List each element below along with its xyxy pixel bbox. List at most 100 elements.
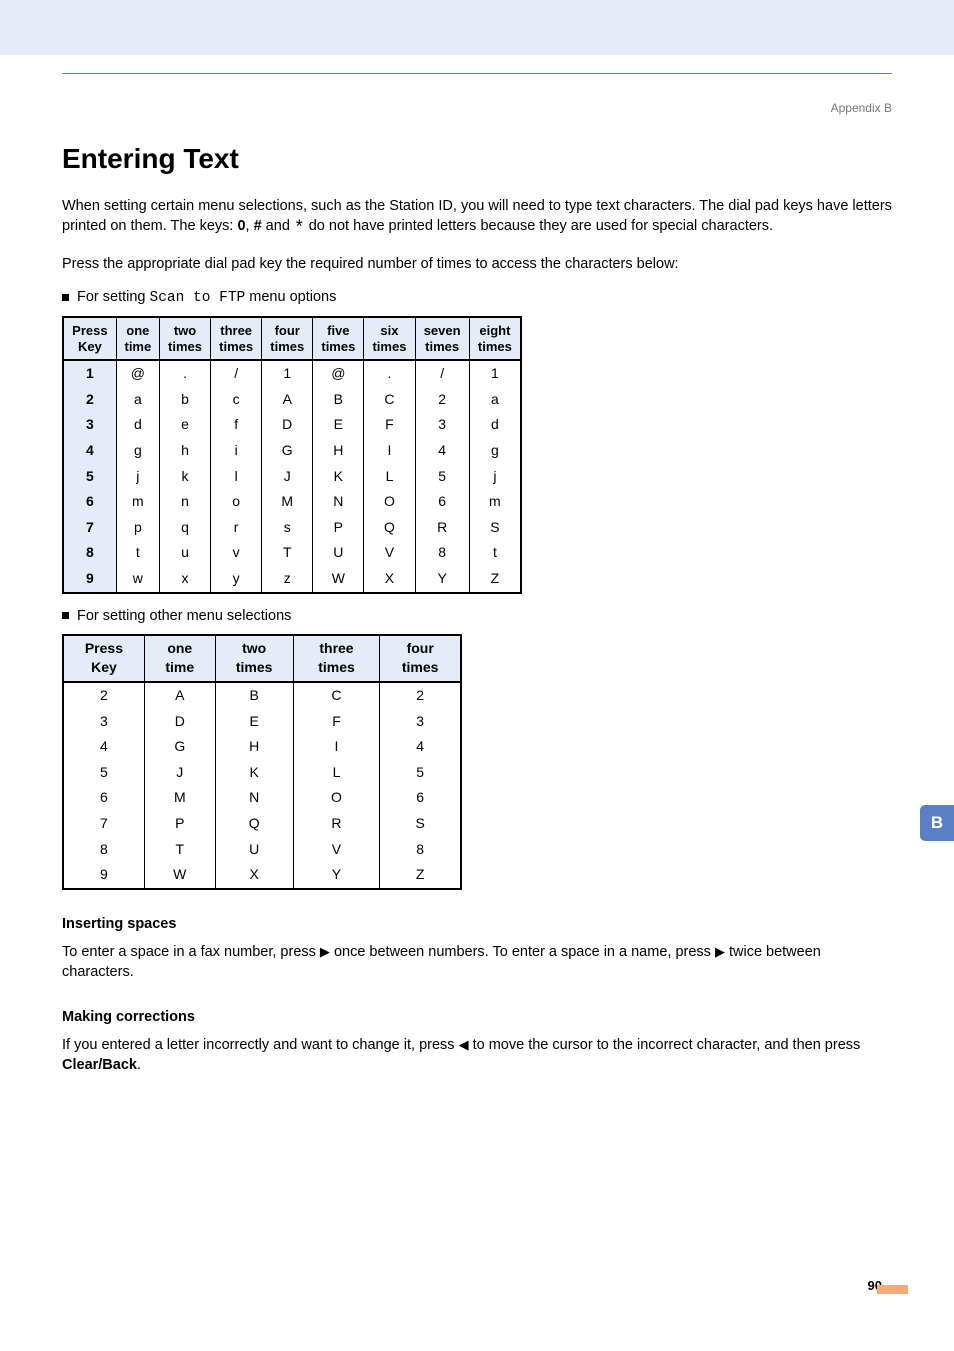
table-cell: K xyxy=(313,464,364,490)
table-header: fourtimes xyxy=(262,317,313,360)
table-cell: R xyxy=(293,811,380,837)
table-header: three times xyxy=(293,635,380,682)
table-cell: D xyxy=(262,412,313,438)
table-cell: 9 xyxy=(63,862,144,889)
corr-b: to move the cursor to the incorrect char… xyxy=(469,1037,861,1053)
inserting-spaces-heading: Inserting spaces xyxy=(62,914,892,934)
table-cell: f xyxy=(211,412,262,438)
table-row: 8TUV8 xyxy=(63,837,461,863)
table-cell: g xyxy=(469,438,521,464)
table-cell: q xyxy=(159,515,210,541)
table-cell: n xyxy=(159,489,210,515)
table-header: eighttimes xyxy=(469,317,521,360)
table-cell: Z xyxy=(469,566,521,593)
table-cell: v xyxy=(211,540,262,566)
table-cell: G xyxy=(262,438,313,464)
arrow-right-icon: ▶ xyxy=(320,944,330,959)
top-band xyxy=(0,0,954,55)
table-cell: 5 xyxy=(63,760,144,786)
table-cell: W xyxy=(144,862,215,889)
table-cell: h xyxy=(159,438,210,464)
arrow-left-icon: ◀ xyxy=(459,1037,469,1052)
table-cell: K xyxy=(215,760,293,786)
table-cell: N xyxy=(313,489,364,515)
char-table-other: Press Keyone timetwo timesthree timesfou… xyxy=(62,634,462,890)
table-cell: 8 xyxy=(380,837,461,863)
table-cell: 6 xyxy=(380,785,461,811)
table-cell: H xyxy=(313,438,364,464)
table-cell: F xyxy=(364,412,415,438)
key-star: * xyxy=(294,219,305,239)
table-row: 8tuvTUV8t xyxy=(63,540,521,566)
table-header: four times xyxy=(380,635,461,682)
table-cell: e xyxy=(159,412,210,438)
footer-accent-bar xyxy=(877,1285,908,1294)
char-table-ftp: PressKeyonetimetwotimesthreetimesfourtim… xyxy=(62,316,522,594)
intro1-b: and xyxy=(262,218,294,234)
comma: , xyxy=(246,218,254,234)
bullet2-text: For setting other menu selections xyxy=(77,606,291,626)
table-cell: z xyxy=(262,566,313,593)
table-cell: m xyxy=(116,489,159,515)
table-cell: b xyxy=(159,387,210,413)
table-cell: J xyxy=(144,760,215,786)
clear-back-key: Clear/Back xyxy=(62,1057,137,1073)
appendix-label: Appendix B xyxy=(62,100,892,117)
table-row: 7pqrsPQRS xyxy=(63,515,521,541)
table-cell: Q xyxy=(364,515,415,541)
table-cell: g xyxy=(116,438,159,464)
table-header: one time xyxy=(144,635,215,682)
table-cell: U xyxy=(215,837,293,863)
table-cell: 1 xyxy=(63,360,116,387)
table-cell: I xyxy=(364,438,415,464)
table-cell: Z xyxy=(380,862,461,889)
table-cell: H xyxy=(215,734,293,760)
table-cell: I xyxy=(293,734,380,760)
table-row: 2ABC2 xyxy=(63,682,461,709)
table-cell: Y xyxy=(415,566,469,593)
square-bullet-icon xyxy=(62,612,69,619)
table-cell: X xyxy=(215,862,293,889)
table-cell: C xyxy=(293,682,380,709)
table-cell: 1 xyxy=(469,360,521,387)
table-cell: 4 xyxy=(63,438,116,464)
table-header: twotimes xyxy=(159,317,210,360)
table-header: PressKey xyxy=(63,317,116,360)
table-row: 2abcABC2a xyxy=(63,387,521,413)
intro-paragraph-2: Press the appropriate dial pad key the r… xyxy=(62,254,892,274)
table-cell: T xyxy=(262,540,313,566)
table-cell: V xyxy=(364,540,415,566)
table-cell: 3 xyxy=(63,709,144,735)
table-cell: 4 xyxy=(380,734,461,760)
table-cell: d xyxy=(469,412,521,438)
table-cell: / xyxy=(211,360,262,387)
table-cell: B xyxy=(215,682,293,709)
table-cell: s xyxy=(262,515,313,541)
table-cell: X xyxy=(364,566,415,593)
arrow-right-icon: ▶ xyxy=(715,944,725,959)
table-cell: Y xyxy=(293,862,380,889)
table-row: 6mnoMNO6m xyxy=(63,489,521,515)
table-row: 6MNO6 xyxy=(63,785,461,811)
table-cell: W xyxy=(313,566,364,593)
table-cell: y xyxy=(211,566,262,593)
table-cell: E xyxy=(313,412,364,438)
table-header: sixtimes xyxy=(364,317,415,360)
table-cell: C xyxy=(364,387,415,413)
bullet1-text: For setting Scan to FTP menu options xyxy=(77,287,336,308)
page-title: Entering Text xyxy=(62,139,892,178)
table-cell: B xyxy=(313,387,364,413)
table-cell: F xyxy=(293,709,380,735)
corr-c: . xyxy=(137,1057,141,1073)
table-cell: S xyxy=(380,811,461,837)
bullet-scan-to-ftp: For setting Scan to FTP menu options xyxy=(62,287,892,308)
table-cell: 2 xyxy=(63,682,144,709)
making-corrections-paragraph: If you entered a letter incorrectly and … xyxy=(62,1035,892,1076)
bullet1-a: For setting xyxy=(77,289,150,305)
table-cell: L xyxy=(364,464,415,490)
table-cell: O xyxy=(293,785,380,811)
table-cell: c xyxy=(211,387,262,413)
table-cell: o xyxy=(211,489,262,515)
table-cell: Q xyxy=(215,811,293,837)
table-cell: m xyxy=(469,489,521,515)
